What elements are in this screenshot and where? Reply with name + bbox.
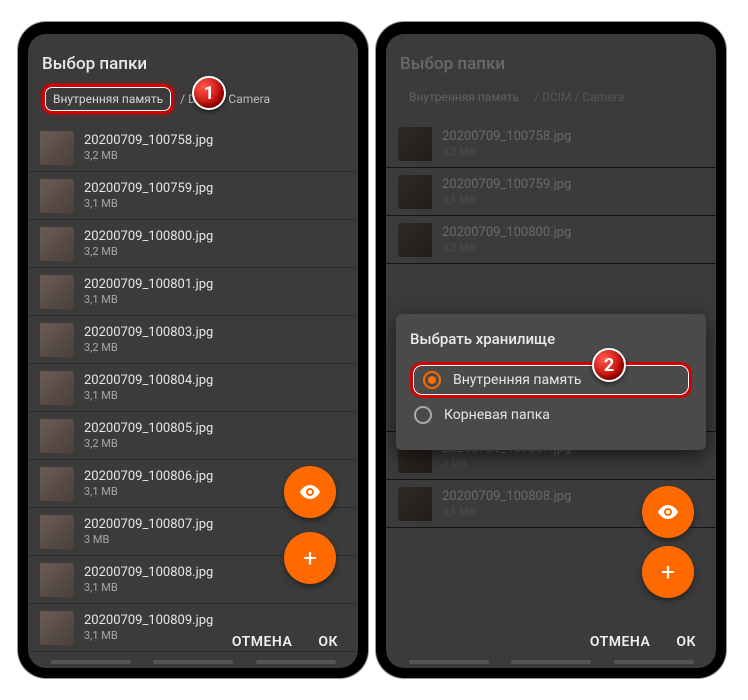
- breadcrumb-root-button[interactable]: Внутренняя память: [400, 84, 528, 110]
- file-thumbnail: [40, 227, 74, 261]
- storage-option-root[interactable]: Корневая папка: [410, 398, 692, 432]
- file-thumbnail: [398, 127, 432, 161]
- storage-dialog: Выбрать хранилище Внутренняя память Корн…: [396, 314, 706, 450]
- file-size: 3,1 MB: [84, 389, 213, 402]
- file-name: 20200709_100800.jpg: [442, 225, 571, 240]
- phone-left: Выбор папки Внутренняя память / DCIM / C…: [18, 22, 368, 678]
- file-name: 20200709_100808.jpg: [442, 489, 571, 504]
- breadcrumb-path[interactable]: / DCIM / Camera: [534, 90, 624, 104]
- file-size: 3,1 MB: [442, 193, 571, 206]
- file-name: 20200709_100808.jpg: [84, 565, 213, 580]
- file-size: 3,2 MB: [442, 145, 571, 158]
- eye-icon: [298, 480, 322, 504]
- radio-selected-icon: [423, 371, 441, 389]
- file-row[interactable]: 20200709_100800.jpg3,2 MB: [28, 220, 358, 268]
- file-size: 3,1 MB: [84, 581, 213, 594]
- file-name: 20200709_100807.jpg: [84, 517, 213, 532]
- file-name: 20200709_100758.jpg: [442, 129, 571, 144]
- file-row[interactable]: 20200709_100758.jpg3,2 MB: [386, 120, 716, 168]
- dialog-title: Выбор папки: [28, 34, 358, 84]
- file-name: 20200709_100758.jpg: [84, 133, 213, 148]
- breadcrumb-root-button[interactable]: Внутренняя память: [42, 84, 174, 114]
- file-name: 20200709_100759.jpg: [442, 177, 571, 192]
- file-thumbnail: [40, 371, 74, 405]
- file-size: 3,1 MB: [442, 505, 571, 518]
- file-name: 20200709_100803.jpg: [84, 325, 213, 340]
- file-size: 3,2 MB: [442, 241, 571, 254]
- file-row[interactable]: 20200709_100759.jpg3,1 MB: [386, 168, 716, 216]
- file-row[interactable]: 20200709_100803.jpg3,2 MB: [28, 316, 358, 364]
- file-thumbnail: [40, 515, 74, 549]
- annotation-badge-1: 1: [192, 76, 226, 110]
- cancel-button[interactable]: ОТМЕНА: [232, 634, 292, 650]
- file-thumbnail: [40, 131, 74, 165]
- file-thumbnail: [40, 179, 74, 213]
- file-row[interactable]: 20200709_100800.jpg3,2 MB: [386, 216, 716, 264]
- plus-icon: +: [661, 558, 675, 586]
- android-nav: [386, 660, 716, 664]
- storage-option-label: Внутренняя память: [453, 372, 582, 388]
- plus-icon: +: [303, 544, 317, 572]
- file-name: 20200709_100804.jpg: [84, 373, 213, 388]
- file-size: 3,2 MB: [84, 341, 213, 354]
- ok-button[interactable]: ОК: [676, 634, 696, 650]
- file-size: 3 MB: [84, 533, 213, 546]
- add-fab[interactable]: +: [284, 532, 336, 584]
- file-thumbnail: [40, 275, 74, 309]
- file-thumbnail: [398, 223, 432, 257]
- eye-icon: [656, 500, 680, 524]
- file-size: 3,1 MB: [84, 485, 213, 498]
- file-size: 3,2 MB: [84, 149, 213, 162]
- file-size: 3,1 MB: [84, 293, 213, 306]
- storage-dialog-title: Выбрать хранилище: [410, 330, 692, 348]
- file-name: 20200709_100809.jpg: [84, 613, 213, 628]
- file-name: 20200709_100806.jpg: [84, 469, 213, 484]
- file-name: 20200709_100800.jpg: [84, 229, 213, 244]
- file-size: 3,2 MB: [84, 437, 213, 450]
- file-thumbnail: [40, 323, 74, 357]
- file-size: 3,2 MB: [84, 245, 213, 258]
- breadcrumb: Внутренняя память / DCIM / Camera: [386, 84, 716, 120]
- phone-right: Выбор папки Внутренняя память / DCIM / C…: [376, 22, 726, 678]
- preview-fab[interactable]: [642, 486, 694, 538]
- radio-icon: [414, 406, 432, 424]
- add-fab[interactable]: +: [642, 546, 694, 598]
- storage-option-internal[interactable]: Внутренняя память: [410, 362, 692, 398]
- file-row[interactable]: 20200709_100804.jpg3,1 MB: [28, 364, 358, 412]
- ok-button[interactable]: ОК: [318, 634, 338, 650]
- file-row[interactable]: 20200709_100759.jpg3,1 MB: [28, 172, 358, 220]
- cancel-button[interactable]: ОТМЕНА: [590, 634, 650, 650]
- file-thumbnail: [398, 175, 432, 209]
- android-nav: [28, 660, 358, 664]
- file-size: 3 MB: [442, 457, 571, 470]
- preview-fab[interactable]: [284, 466, 336, 518]
- file-row[interactable]: 20200709_100801.jpg3,1 MB: [28, 268, 358, 316]
- file-size: 3,1 MB: [84, 197, 213, 210]
- annotation-badge-2: 2: [592, 348, 626, 382]
- file-row[interactable]: 20200709_100805.jpg3,2 MB: [28, 412, 358, 460]
- file-thumbnail: [398, 487, 432, 521]
- file-name: 20200709_100801.jpg: [84, 277, 213, 292]
- file-name: 20200709_100805.jpg: [84, 421, 213, 436]
- file-thumbnail: [40, 419, 74, 453]
- storage-option-label: Корневая папка: [444, 407, 550, 423]
- file-thumbnail: [40, 467, 74, 501]
- file-name: 20200709_100759.jpg: [84, 181, 213, 196]
- file-row[interactable]: 20200709_100758.jpg3,2 MB: [28, 124, 358, 172]
- file-thumbnail: [40, 563, 74, 597]
- dialog-title: Выбор папки: [386, 34, 716, 84]
